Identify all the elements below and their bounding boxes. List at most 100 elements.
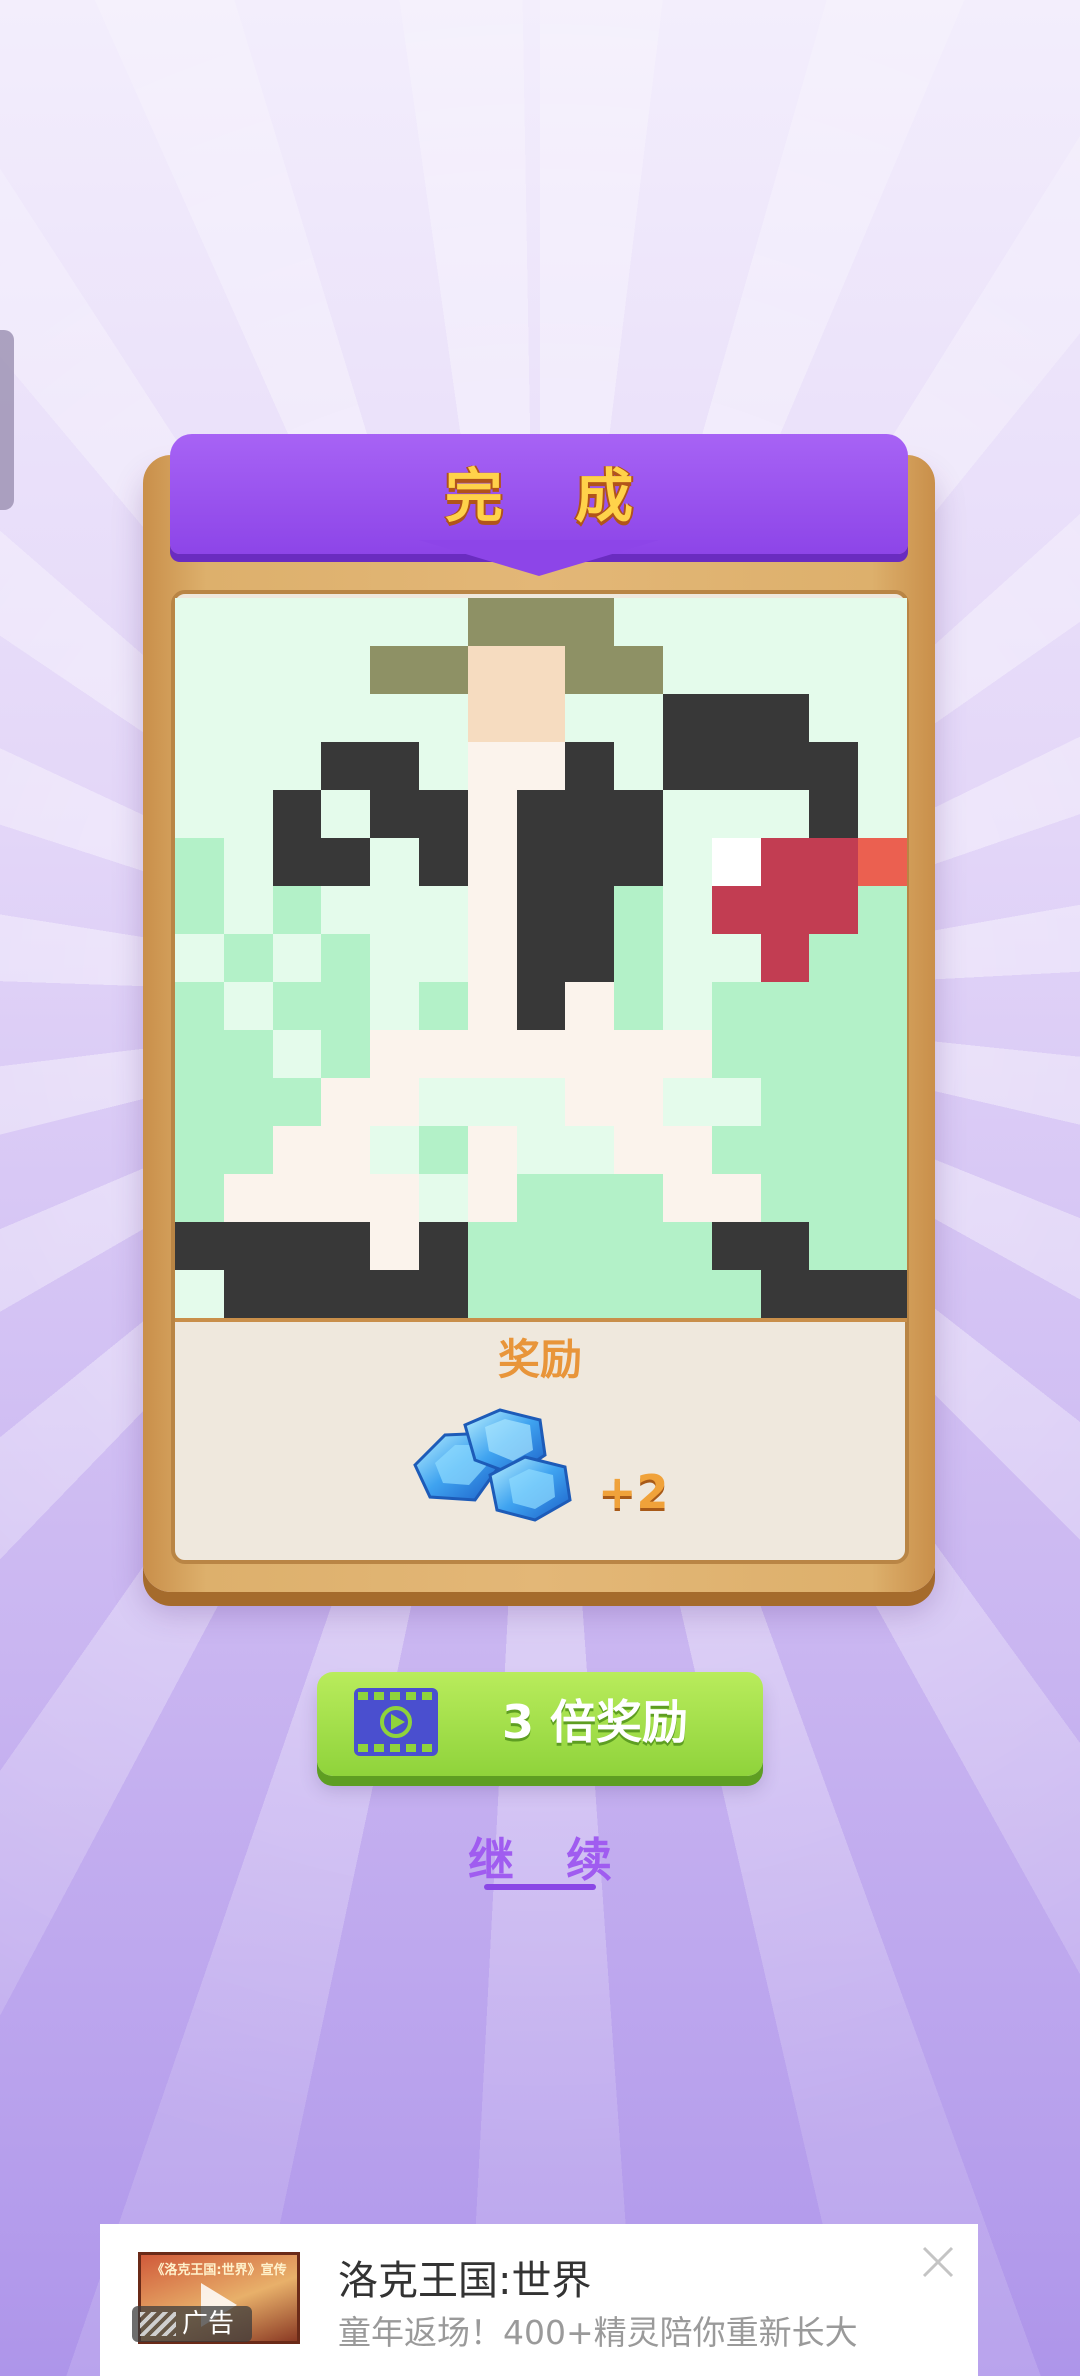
- pixel-cell: [614, 886, 663, 934]
- pixel-cell: [614, 934, 663, 982]
- pixel-cell: [175, 598, 224, 646]
- pixel-cell: [223, 646, 273, 694]
- pixel-cell: [467, 598, 517, 646]
- pixel-cell: [858, 1174, 907, 1222]
- side-drawer-handle[interactable]: [0, 330, 14, 510]
- pixel-cell: [418, 694, 468, 742]
- pixel-cell: [418, 742, 468, 790]
- pixel-cell: [418, 1126, 468, 1174]
- pixel-cell: [662, 838, 712, 886]
- pixel-cell: [272, 1174, 322, 1222]
- pixel-cell: [272, 1030, 322, 1078]
- pixel-cell: [175, 646, 224, 694]
- pixel-cell: [175, 742, 224, 790]
- pixel-cell: [711, 1222, 761, 1270]
- pixel-cell: [467, 1030, 517, 1078]
- pixel-cell: [321, 886, 371, 934]
- pixel-cell: [711, 1270, 761, 1318]
- pixel-cell: [809, 934, 859, 982]
- pixel-cell: [565, 790, 615, 838]
- pixel-cell: [614, 1174, 663, 1222]
- continue-underline: [484, 1884, 596, 1890]
- ad-title[interactable]: 洛克王国:世界: [338, 2248, 591, 2306]
- pixel-cell: [565, 838, 615, 886]
- pixel-cell: [175, 790, 224, 838]
- pixel-cell: [516, 1078, 566, 1126]
- pixel-cell: [370, 1174, 419, 1222]
- close-icon[interactable]: [918, 2242, 958, 2282]
- pixel-cell: [614, 1030, 663, 1078]
- pixel-cell: [760, 742, 810, 790]
- pixel-cell: [614, 838, 663, 886]
- pixel-cell: [565, 934, 615, 982]
- pixel-cell: [760, 646, 810, 694]
- pixel-cell: [272, 886, 322, 934]
- pixel-cell: [711, 598, 761, 646]
- pixel-cell: [809, 982, 859, 1030]
- pixel-cell: [516, 694, 566, 742]
- pixel-cell: [321, 1126, 371, 1174]
- pixel-cell: [321, 646, 371, 694]
- pixel-cell: [223, 886, 273, 934]
- pixel-cell: [565, 1174, 615, 1222]
- pixel-cell: [711, 1030, 761, 1078]
- pixel-cell: [321, 1174, 371, 1222]
- pixel-cell: [223, 742, 273, 790]
- pixel-cell: [662, 1030, 712, 1078]
- pixel-cell: [565, 598, 615, 646]
- triple-reward-label[interactable]: 3 倍奖励: [455, 1672, 735, 1776]
- pixel-cell: [272, 982, 322, 1030]
- pixel-cell: [614, 1222, 663, 1270]
- pixel-cell: [760, 934, 810, 982]
- pixel-cell: [175, 934, 224, 982]
- pixel-cell: [614, 982, 663, 1030]
- pixel-cell: [858, 742, 907, 790]
- gem-icon: [413, 1408, 572, 1522]
- pixel-cell: [858, 1078, 907, 1126]
- pixel-cell: [760, 1126, 810, 1174]
- pixel-cell: [760, 1270, 810, 1318]
- pixel-cell: [662, 694, 712, 742]
- pixel-cell: [223, 1222, 273, 1270]
- pixel-cell: [565, 1270, 615, 1318]
- pixel-cell: [516, 1270, 566, 1318]
- pixel-cell: [809, 646, 859, 694]
- pixel-cell: [418, 886, 468, 934]
- pixel-cell: [662, 1270, 712, 1318]
- pixel-cell: [175, 982, 224, 1030]
- pixel-cell: [662, 982, 712, 1030]
- pixel-cell: [467, 1174, 517, 1222]
- pixel-cell: [370, 1030, 419, 1078]
- pixel-cell: [467, 886, 517, 934]
- pixel-cell: [467, 982, 517, 1030]
- pixel-cell: [809, 1126, 859, 1174]
- pixel-cell: [467, 934, 517, 982]
- pixel-cell: [370, 838, 419, 886]
- pixel-cell: [760, 694, 810, 742]
- pixel-cell: [321, 598, 371, 646]
- pixel-cell: [175, 1126, 224, 1174]
- pixel-cell: [711, 886, 761, 934]
- pixel-cell: [467, 1270, 517, 1318]
- pixel-cell: [711, 1078, 761, 1126]
- pixel-cell: [272, 790, 322, 838]
- pixel-cell: [223, 934, 273, 982]
- ad-tag-icon: [140, 2312, 176, 2336]
- pixel-cell: [565, 1078, 615, 1126]
- pixel-cell: [711, 646, 761, 694]
- pixel-cell: [858, 646, 907, 694]
- pixel-cell: [809, 1174, 859, 1222]
- pixel-cell: [809, 1222, 859, 1270]
- pixel-cell: [858, 886, 907, 934]
- pixel-cell: [516, 1126, 566, 1174]
- pixel-cell: [418, 790, 468, 838]
- pixel-cell: [516, 886, 566, 934]
- pixel-cell: [858, 598, 907, 646]
- pixel-cell: [223, 790, 273, 838]
- pixel-cell: [467, 646, 517, 694]
- pixel-cell: [614, 1126, 663, 1174]
- pixel-cell: [565, 646, 615, 694]
- ad-description[interactable]: 童年返场！400+精灵陪你重新长大: [338, 2306, 858, 2354]
- pixel-cell: [858, 790, 907, 838]
- pixel-cell: [321, 1030, 371, 1078]
